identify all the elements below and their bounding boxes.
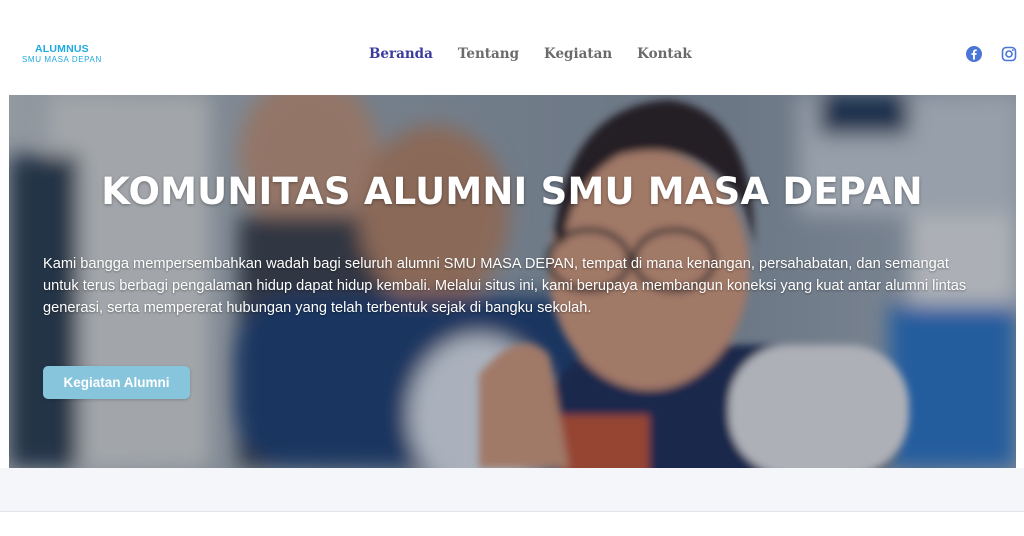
nav-item-tentang[interactable]: Tentang — [458, 45, 519, 63]
nav-item-kontak[interactable]: Kontak — [637, 45, 692, 63]
nav-item-kegiatan[interactable]: Kegiatan — [544, 45, 612, 63]
section-divider — [0, 511, 1024, 512]
instagram-icon[interactable] — [1001, 46, 1017, 62]
hero-title: KOMUNITAS ALUMNI SMU MASA DEPAN — [101, 170, 923, 213]
hero-description: Kami bangga mempersembahkan wadah bagi s… — [43, 256, 967, 316]
site-header: ALUMNUS SMU MASA DEPAN Beranda Tentang K… — [0, 0, 1024, 95]
page: ALUMNUS SMU MASA DEPAN Beranda Tentang K… — [0, 0, 1024, 536]
main-nav: Beranda Tentang Kegiatan Kontak — [369, 45, 717, 63]
below-hero-section — [0, 468, 1024, 511]
nav-item-beranda[interactable]: Beranda — [369, 45, 433, 63]
kegiatan-alumni-button[interactable]: Kegiatan Alumni — [43, 366, 190, 399]
site-logo[interactable]: ALUMNUS SMU MASA DEPAN — [22, 44, 102, 64]
facebook-icon[interactable] — [966, 46, 982, 62]
logo-title: ALUMNUS — [34, 43, 89, 55]
logo-subtitle: SMU MASA DEPAN — [22, 54, 102, 64]
social-links — [966, 46, 1017, 62]
